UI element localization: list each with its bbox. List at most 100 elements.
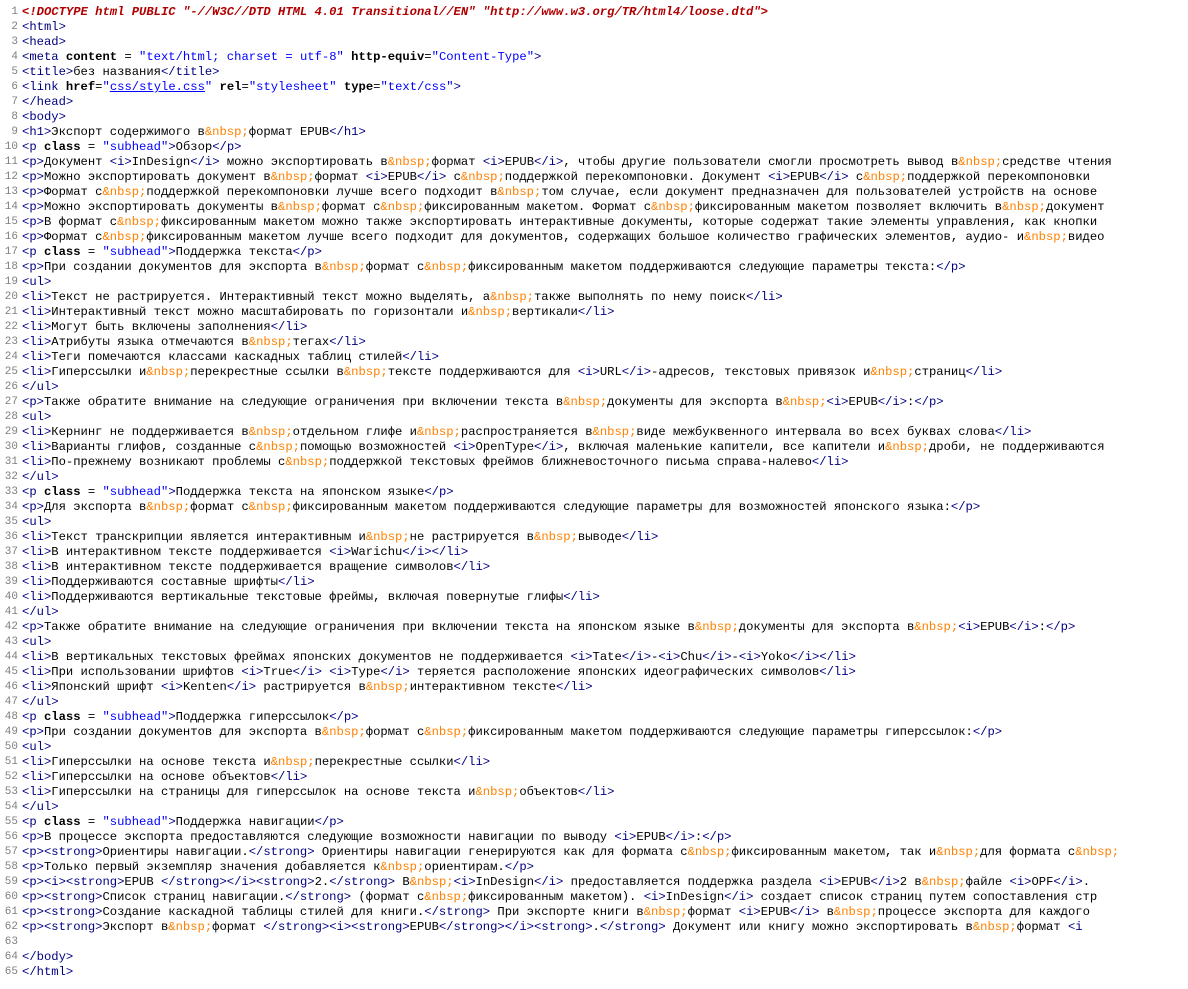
attribute-value: "subhead" (102, 140, 169, 154)
html-tag: <i> (453, 875, 476, 889)
code-line[interactable]: 22 <li>Могут быть включены заполнения</li… (0, 320, 1188, 335)
code-line[interactable]: 53 <li>Гиперссылки на страницы для гиперс… (0, 785, 1188, 800)
code-editor[interactable]: 1 <!DOCTYPE html PUBLIC "-//W3C//DTD HTML… (0, 5, 1188, 980)
html-entity: &nbsp; (863, 170, 908, 184)
code-content: <p>Формат с&nbsp;поддержкой перекомпонов… (18, 185, 1188, 200)
code-line[interactable]: 42 <p>Также обратите внимание на следующи… (0, 620, 1188, 635)
code-line[interactable]: 62 <p><strong>Экспорт в&nbsp;формат </str… (0, 920, 1188, 935)
code-line[interactable]: 58 <p>Только первый экземпляр значения до… (0, 860, 1188, 875)
code-line[interactable]: 29 <li>Кернинг не поддерживается в&nbsp;о… (0, 425, 1188, 440)
code-line[interactable]: 33 <p class = "subhead">Поддержка текста … (0, 485, 1188, 500)
code-line[interactable]: 19 <ul> (0, 275, 1188, 290)
code-line[interactable]: 60 <p><strong>Список страниц навигации.</… (0, 890, 1188, 905)
html-tag: </li> (555, 680, 593, 694)
code-line[interactable]: 8 <body> (0, 110, 1188, 125)
code-line[interactable]: 6 <link href="css/style.css" rel="stylesh… (0, 80, 1188, 95)
code-line[interactable]: 64 </body> (0, 950, 1188, 965)
text-content: формат (431, 155, 483, 169)
html-tag: </li> (270, 770, 308, 784)
html-tag: <li> (22, 545, 52, 559)
code-line[interactable]: 31 <li>По-прежнему возникают проблемы с&n… (0, 455, 1188, 470)
code-line[interactable]: 54 </ul> (0, 800, 1188, 815)
text-content: Также обратите внимание на следующие огр… (43, 395, 564, 409)
html-entity: &nbsp; (278, 200, 322, 214)
code-line[interactable]: 63 (0, 935, 1188, 950)
html-entity: &nbsp; (424, 260, 469, 274)
code-line[interactable]: 49 <p>При создании документов для экспорт… (0, 725, 1188, 740)
code-line[interactable]: 59 <p><i><strong>EPUB </strong></i><stron… (0, 875, 1188, 890)
code-line[interactable]: 15 <p>В формат с&nbsp;фиксированным макет… (0, 215, 1188, 230)
html-attribute: href (65, 80, 96, 94)
code-line[interactable]: 14 <p>Можно экспортировать документы в&nb… (0, 200, 1188, 215)
text-content: EPUB (409, 920, 439, 934)
code-line[interactable]: 17 <p class = "subhead">Поддержка текста<… (0, 245, 1188, 260)
code-line[interactable]: 21 <li>Интерактивный текст можно масштаби… (0, 305, 1188, 320)
html-tag: </i> (534, 440, 564, 454)
html-tag: <p> (22, 170, 44, 184)
code-line[interactable]: 34 <p>Для экспорта в&nbsp;формат с&nbsp;ф… (0, 500, 1188, 515)
text-content: Формат с (43, 185, 103, 199)
code-line[interactable]: 5 <title>без названия</title> (0, 65, 1188, 80)
code-line[interactable]: 26 </ul> (0, 380, 1188, 395)
text-content: EPUB (504, 155, 535, 169)
html-tag: <p (22, 710, 44, 724)
line-number: 30 (4, 441, 18, 453)
code-line[interactable]: 48 <p class = "subhead">Поддержка гиперсс… (0, 710, 1188, 725)
code-line[interactable]: 39 <li>Поддерживаются составные шрифты</l… (0, 575, 1188, 590)
code-line[interactable]: 4 <meta content = "text/html; charset = u… (0, 50, 1188, 65)
code-line[interactable]: 27 <p>Также обратите внимание на следующи… (0, 395, 1188, 410)
code-line[interactable]: 57 <p><strong>Ориентиры навигации.</stron… (0, 845, 1188, 860)
code-line[interactable]: 38 <li>В интерактивном тексте поддерживае… (0, 560, 1188, 575)
html-entity: &nbsp; (321, 725, 366, 739)
code-line[interactable]: 45 <li>При использовании шрифтов <i>True<… (0, 665, 1188, 680)
code-content: <p class = "subhead">Обзор</p> (18, 140, 1188, 155)
code-line[interactable]: 55 <p class = "subhead">Поддержка навигац… (0, 815, 1188, 830)
code-line[interactable]: 7 </head> (0, 95, 1188, 110)
code-line[interactable]: 41 </ul> (0, 605, 1188, 620)
code-line[interactable]: 52 <li>Гиперссылки на основе объектов</li… (0, 770, 1188, 785)
code-line[interactable]: 51 <li>Гиперссылки на основе текста и&nbs… (0, 755, 1188, 770)
code-line[interactable]: 1 <!DOCTYPE html PUBLIC "-//W3C//DTD HTML… (0, 5, 1188, 20)
code-line[interactable]: 40 <li>Поддерживаются вертикальные тексто… (0, 590, 1188, 605)
code-line[interactable]: 11 <p>Документ <i>InDesign</i> можно эксп… (0, 155, 1188, 170)
code-line[interactable]: 56 <p>В процессе экспорта предоставляются… (0, 830, 1188, 845)
code-content: <p>Формат с&nbsp;фиксированным макетом л… (18, 230, 1188, 245)
html-tag: </i> (292, 665, 322, 679)
code-line[interactable]: 13 <p>Формат с&nbsp;поддержкой перекомпон… (0, 185, 1188, 200)
html-entity: &nbsp; (1002, 200, 1046, 214)
code-line[interactable]: 30 <li>Варианты глифов, созданные с&nbsp;… (0, 440, 1188, 455)
code-line[interactable]: 3 <head> (0, 35, 1188, 50)
code-line[interactable]: 12 <p>Можно экспортировать документ в&nbs… (0, 170, 1188, 185)
code-line[interactable]: 44 <li>В вертикальных текстовых фреймах я… (0, 650, 1188, 665)
code-content: <!DOCTYPE html PUBLIC "-//W3C//DTD HTML … (18, 5, 1188, 20)
code-line[interactable]: 36 <li>Текст транскрипции является интера… (0, 530, 1188, 545)
code-line[interactable]: 10 <p class = "subhead">Обзор</p> (0, 140, 1188, 155)
code-line[interactable]: 16 <p>Формат с&nbsp;фиксированным макетом… (0, 230, 1188, 245)
code-line[interactable]: 46 <li>Японский шрифт <i>Kenten</i> растр… (0, 680, 1188, 695)
code-line[interactable]: 28 <ul> (0, 410, 1188, 425)
html-attribute: class (43, 140, 81, 154)
code-content: <li>По-прежнему возникают проблемы с&nbs… (18, 455, 1188, 470)
code-line[interactable]: 24 <li>Теги помечаются классами каскадных… (0, 350, 1188, 365)
code-content: <li>Поддерживаются составные шрифты</li> (18, 575, 1188, 590)
html-tag: </title> (160, 65, 220, 79)
code-line[interactable]: 37 <li>В интерактивном тексте поддерживае… (0, 545, 1188, 560)
code-line[interactable]: 65 </html> (0, 965, 1188, 980)
code-line[interactable]: 43 <ul> (0, 635, 1188, 650)
code-line[interactable]: 23 <li>Атрибуты языка отмечаются в&nbsp;т… (0, 335, 1188, 350)
code-line[interactable]: 50 <ul> (0, 740, 1188, 755)
line-number: 17 (4, 246, 18, 258)
html-tag: <ul> (22, 740, 52, 754)
code-line[interactable]: 32 </ul> (0, 470, 1188, 485)
html-entity: &nbsp; (365, 680, 410, 694)
code-line[interactable]: 25 <li>Гиперссылки и&nbsp;перекрестные сс… (0, 365, 1188, 380)
code-line[interactable]: 9 <h1>Экспорт содержимого в&nbsp;формат E… (0, 125, 1188, 140)
code-line[interactable]: 47 </ul> (0, 695, 1188, 710)
code-line[interactable]: 2 <html> (0, 20, 1188, 35)
code-line[interactable]: 20 <li>Текст не растрируется. Интерактивн… (0, 290, 1188, 305)
code-line[interactable]: 35 <ul> (0, 515, 1188, 530)
code-line[interactable]: 18 <p>При создании документов для экспорт… (0, 260, 1188, 275)
html-tag: <p><strong> (22, 890, 103, 904)
code-line[interactable]: 61 <p><strong>Создание каскадной таблицы … (0, 905, 1188, 920)
html-tag: <li> (22, 335, 52, 349)
